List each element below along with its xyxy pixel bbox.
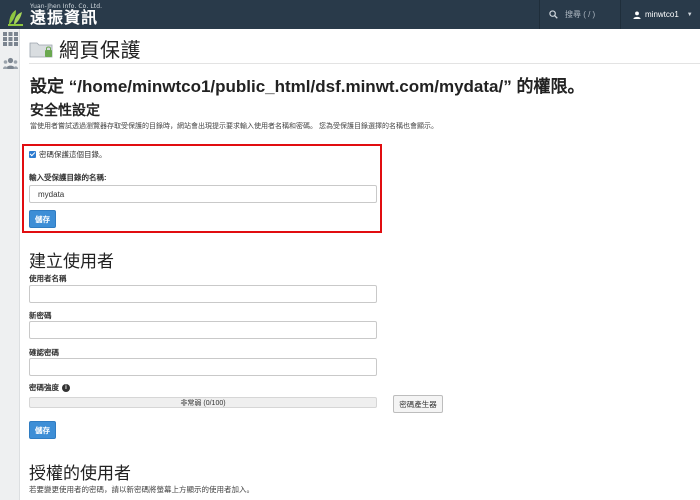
logo-leaf-icon: [6, 7, 26, 27]
confirm-password-field[interactable]: [29, 358, 377, 376]
users-icon[interactable]: [3, 57, 18, 71]
password-strength-row: 密碼強度 i: [29, 382, 70, 393]
username-label: minwtco1: [645, 10, 679, 19]
page-header: 網頁保護: [29, 34, 141, 63]
new-password-field[interactable]: [29, 321, 377, 339]
grid-icon[interactable]: [3, 32, 18, 46]
sidebar: [0, 29, 20, 500]
main-content: 網頁保護 設定 “/home/minwtco1/public_html/dsf.…: [21, 29, 700, 500]
create-user-save-button[interactable]: 儲存: [29, 421, 56, 439]
username-field[interactable]: [29, 285, 377, 303]
search-box[interactable]: 搜尋 ( / ): [539, 0, 619, 29]
protect-directory-label: 密碼保護這個目錄。: [39, 150, 107, 159]
directory-name-input[interactable]: [29, 185, 377, 203]
security-save-button[interactable]: 儲存: [29, 210, 56, 228]
password-strength-label: 密碼強度: [29, 383, 59, 392]
security-settings-heading: 安全性設定: [30, 102, 100, 118]
create-user-heading: 建立使用者: [29, 252, 114, 271]
top-bar: Yuan-Jhen Info. Co. Ltd. 遠振資訊 搜尋 ( / ) m…: [0, 0, 700, 29]
user-icon: [633, 10, 641, 19]
protect-directory-option[interactable]: 密碼保護這個目錄。: [29, 149, 107, 160]
permission-heading: 設定 “/home/minwtco1/public_html/dsf.minwt…: [30, 77, 585, 96]
password-strength-meter: 非常弱 (0/100): [29, 397, 377, 408]
authorized-users-description: 若要變更使用者的密碼，請以新密碼將螢幕上方顯示的使用者加入。: [29, 485, 254, 494]
folder-lock-icon: [29, 42, 53, 57]
search-icon: [549, 10, 558, 19]
password-strength-value: 非常弱 (0/100): [180, 399, 226, 407]
protect-directory-checkbox[interactable]: [29, 151, 36, 158]
brand-logo[interactable]: Yuan-Jhen Info. Co. Ltd. 遠振資訊: [6, 3, 102, 27]
security-description: 當使用者嘗試透過瀏覽器存取受保護的目錄時，網站會出現提示要求輸入使用者名稱和密碼…: [30, 123, 438, 130]
chevron-down-icon: ▼: [686, 11, 693, 18]
new-password-label: 新密碼: [29, 311, 52, 320]
logo-chinese-name: 遠振資訊: [30, 10, 99, 27]
directory-name-label: 輸入受保護目錄的名稱:: [29, 173, 107, 182]
info-icon[interactable]: i: [62, 383, 70, 392]
password-generator-button[interactable]: 密碼產生器: [393, 395, 443, 413]
username-field-label: 使用者名稱: [29, 274, 67, 283]
header-divider: [29, 63, 700, 64]
authorized-users-heading: 授權的使用者: [29, 464, 131, 483]
page-title: 網頁保護: [59, 40, 141, 62]
search-placeholder: 搜尋 ( / ): [565, 10, 596, 19]
confirm-password-label: 確認密碼: [29, 348, 59, 357]
user-menu[interactable]: minwtco1 ▼: [620, 0, 700, 29]
